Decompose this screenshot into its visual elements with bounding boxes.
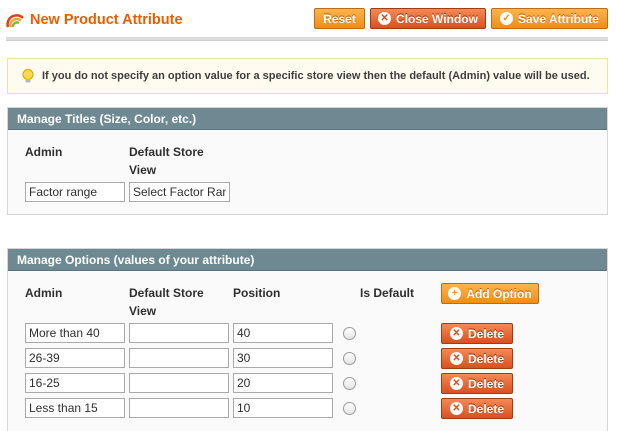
checkmark-icon: ✓	[500, 12, 514, 25]
delete-option-button[interactable]: ✕ Delete	[441, 348, 513, 369]
reset-button[interactable]: Reset	[314, 8, 365, 29]
delete-icon: ✕	[449, 402, 463, 415]
add-option-button[interactable]: + Add Option	[441, 283, 539, 304]
add-option-label: Add Option	[466, 286, 532, 301]
options-admin-header: Admin	[25, 286, 63, 300]
delete-icon: ✕	[449, 377, 463, 390]
is-default-radio[interactable]	[343, 377, 356, 390]
delete-option-button[interactable]: ✕ Delete	[441, 373, 513, 394]
rainbow-icon	[6, 14, 24, 28]
page-title: New Product Attribute	[30, 12, 183, 28]
close-window-button[interactable]: ✕ Close Window	[370, 8, 486, 29]
delete-label: Delete	[467, 401, 505, 416]
delete-option-button[interactable]: ✕ Delete	[441, 398, 513, 419]
notice-text: If you do not specify an option value fo…	[42, 70, 590, 82]
titles-store-header: Default Store View	[129, 145, 204, 177]
titles-admin-header: Admin	[25, 145, 63, 159]
option-store-input[interactable]	[129, 373, 229, 393]
option-position-input[interactable]	[233, 373, 333, 393]
delete-option-button[interactable]: ✕ Delete	[441, 323, 513, 344]
reset-label: Reset	[323, 11, 356, 26]
options-default-header: Is Default	[360, 286, 415, 300]
manage-titles-heading: Manage Titles (Size, Color, etc.)	[8, 108, 607, 130]
close-window-label: Close Window	[396, 11, 478, 26]
title-wrap: New Product Attribute	[6, 12, 183, 28]
options-store-header: Default Store View	[129, 286, 204, 318]
delete-label: Delete	[467, 376, 505, 391]
option-admin-input[interactable]	[25, 323, 125, 343]
delete-icon: ✕	[449, 352, 463, 365]
option-position-input[interactable]	[233, 348, 333, 368]
title-admin-input[interactable]	[25, 182, 125, 202]
manage-options-heading: Manage Options (values of your attribute…	[8, 249, 607, 271]
option-admin-input[interactable]	[25, 348, 125, 368]
option-position-input[interactable]	[233, 398, 333, 418]
option-store-input[interactable]	[129, 323, 229, 343]
close-icon: ✕	[378, 12, 392, 25]
is-default-radio[interactable]	[343, 327, 356, 340]
manage-titles-panel: Manage Titles (Size, Color, etc.) Admin …	[7, 107, 608, 215]
option-position-input[interactable]	[233, 323, 333, 343]
options-position-header: Position	[233, 286, 281, 300]
save-attribute-label: Save Attribute	[518, 11, 599, 26]
lightbulb-icon	[22, 69, 34, 83]
option-admin-input[interactable]	[25, 398, 125, 418]
title-store-input[interactable]	[129, 182, 230, 202]
is-default-radio[interactable]	[343, 402, 356, 415]
delete-label: Delete	[467, 351, 505, 366]
notice-message: If you do not specify an option value fo…	[7, 58, 608, 94]
option-store-input[interactable]	[129, 348, 229, 368]
manage-options-panel: Manage Options (values of your attribute…	[7, 248, 608, 431]
delete-icon: ✕	[449, 327, 463, 340]
plus-icon: +	[448, 287, 462, 300]
option-store-input[interactable]	[129, 398, 229, 418]
option-admin-input[interactable]	[25, 373, 125, 393]
header-divider	[6, 37, 608, 41]
is-default-radio[interactable]	[343, 352, 356, 365]
delete-label: Delete	[467, 326, 505, 341]
save-attribute-button[interactable]: ✓ Save Attribute	[491, 8, 608, 29]
